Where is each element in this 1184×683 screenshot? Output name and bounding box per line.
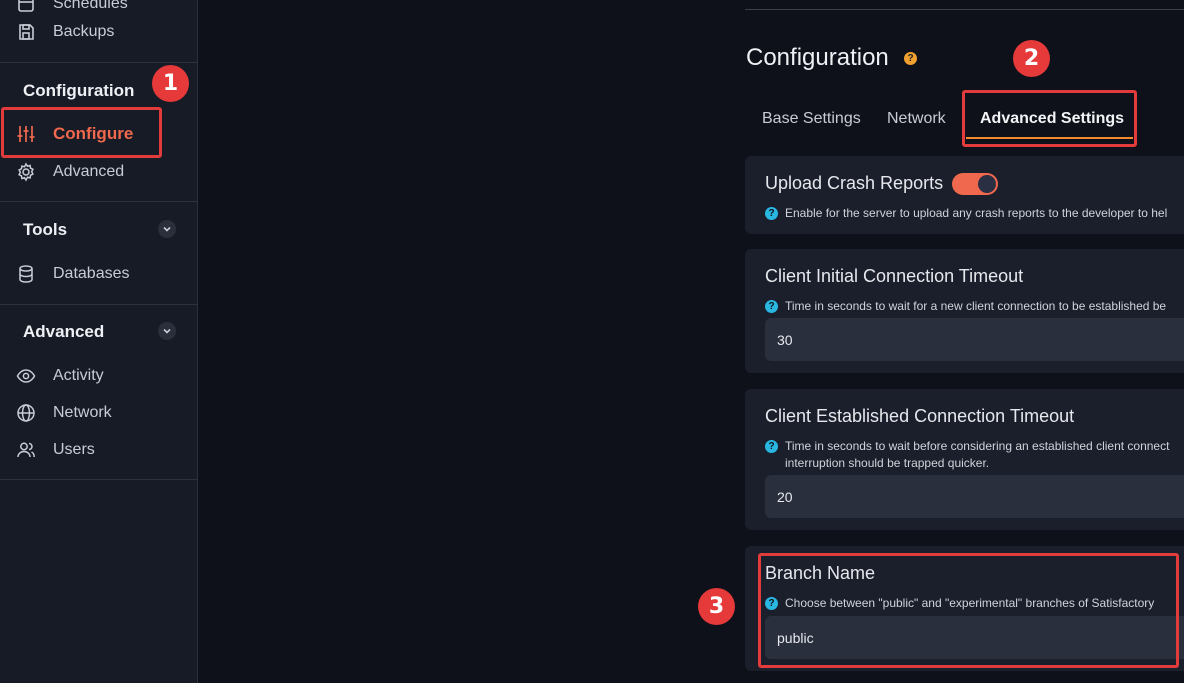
sidebar-section-tools: Tools: [23, 220, 68, 239]
initial-timeout-input[interactable]: 30: [765, 318, 1184, 361]
sidebar-item-label: Databases: [53, 265, 130, 282]
sidebar-divider: [0, 201, 197, 202]
setting-title: Client Initial Connection Timeout: [765, 266, 1024, 286]
top-divider: [745, 9, 1184, 10]
info-icon: ?: [765, 440, 778, 453]
annotation-step-2: 2: [1013, 40, 1050, 77]
sidebar-item-advanced[interactable]: Advanced: [0, 154, 197, 190]
info-icon: ?: [765, 207, 778, 220]
sidebar-divider: [0, 304, 197, 305]
users-icon: [16, 440, 36, 460]
sidebar-item-label: Users: [53, 441, 95, 458]
sidebar-item-label: Backups: [53, 23, 115, 40]
database-icon: [16, 264, 36, 284]
annotation-box-configure: [1, 107, 162, 158]
setting-card-crash-reports: Upload Crash Reports ? Enable for the se…: [745, 156, 1184, 234]
setting-help-text: interruption should be trapped quicker.: [785, 456, 990, 470]
sidebar-section-configuration: Configuration: [23, 81, 135, 100]
gear-icon: [16, 162, 36, 182]
tab-network[interactable]: Network: [887, 110, 946, 128]
sidebar-item-databases[interactable]: Databases: [0, 256, 197, 292]
annotation-box-advanced-tab: [962, 90, 1137, 147]
sidebar-item-users[interactable]: Users: [0, 432, 197, 468]
annotation-step-3: 3: [698, 588, 735, 625]
sidebar-section-advanced: Advanced: [23, 322, 105, 341]
eye-icon: [16, 366, 36, 386]
chevron-down-icon[interactable]: [158, 220, 176, 238]
setting-title: Upload Crash Reports: [765, 173, 944, 193]
setting-help: ? Time in seconds to wait before conside…: [765, 439, 1169, 470]
setting-help-text: Time in seconds to wait for a new client…: [785, 299, 1167, 313]
sidebar-item-label: Advanced: [53, 163, 125, 180]
sidebar-item-activity[interactable]: Activity: [0, 358, 197, 394]
sidebar-item-label: Activity: [53, 367, 104, 384]
crash-reports-toggle[interactable]: [952, 173, 998, 195]
toggle-knob: [978, 175, 996, 193]
annotation-step-1: 1: [152, 65, 189, 102]
setting-help: ? Time in seconds to wait for a new clie…: [765, 299, 1166, 313]
chevron-down-icon[interactable]: [158, 322, 176, 340]
sidebar-divider: [0, 479, 197, 480]
setting-help: ? Enable for the server to upload any cr…: [765, 206, 1167, 220]
setting-help-text: Time in seconds to wait before consideri…: [785, 439, 1170, 453]
page-title: Configuration: [746, 44, 889, 71]
sidebar-item-label: Network: [53, 404, 112, 421]
floppy-disk-icon: [16, 22, 36, 42]
setting-card-initial-timeout: Client Initial Connection Timeout ? Time…: [745, 249, 1184, 373]
sidebar-item-backups[interactable]: Backups: [0, 14, 197, 50]
setting-help-text: Enable for the server to upload any cras…: [785, 206, 1168, 220]
sidebar-divider: [0, 62, 197, 63]
setting-title: Client Established Connection Timeout: [765, 406, 1075, 426]
sidebar-item-label: Schedules: [53, 0, 128, 12]
sidebar: Schedules Backups Configuration Configur…: [0, 0, 198, 683]
established-timeout-input[interactable]: 20: [765, 475, 1184, 518]
tab-base-settings[interactable]: Base Settings: [762, 110, 861, 128]
sidebar-item-network[interactable]: Network: [0, 395, 197, 431]
setting-card-established-timeout: Client Established Connection Timeout ? …: [745, 389, 1184, 530]
help-icon[interactable]: ?: [904, 52, 917, 65]
calendar-icon: [16, 0, 36, 14]
info-icon: ?: [765, 300, 778, 313]
annotation-box-branch-name: [758, 553, 1179, 668]
globe-icon: [16, 403, 36, 423]
